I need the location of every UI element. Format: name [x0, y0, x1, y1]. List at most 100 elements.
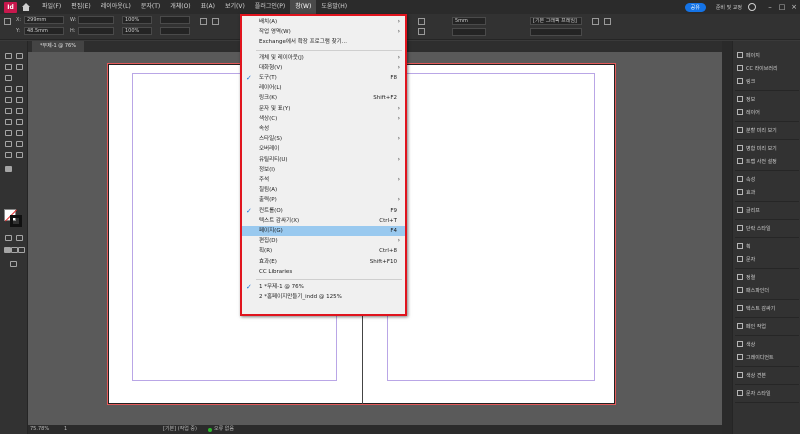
- content-collector-icon[interactable]: [5, 75, 12, 81]
- panel-button[interactable]: 획: [733, 240, 800, 252]
- home-icon[interactable]: [21, 2, 31, 12]
- window-menu-item[interactable]: ✓ 1 *무제-1 @ 76%: [242, 282, 405, 292]
- fill-swatch-icon[interactable]: [418, 18, 425, 25]
- window-menu-item[interactable]: 레이어(L): [242, 83, 405, 93]
- panel-button[interactable]: CC 라이브러리: [733, 62, 800, 74]
- share-button[interactable]: 공유: [684, 2, 706, 12]
- panel-button[interactable]: 페인 작업: [733, 320, 800, 332]
- dock-collapse-strip[interactable]: [722, 41, 732, 434]
- width-field[interactable]: [78, 16, 114, 24]
- panel-button[interactable]: 그레이디언트: [733, 351, 800, 363]
- gradient-swatch-tool-icon[interactable]: [5, 130, 12, 136]
- line-tool-icon[interactable]: [16, 86, 23, 92]
- gradient-feather-tool-icon[interactable]: [16, 130, 23, 136]
- panel-button[interactable]: 패스파인더: [733, 284, 800, 296]
- panel-button[interactable]: 문자: [733, 253, 800, 265]
- menu-plugins[interactable]: 플러그인(P): [250, 0, 290, 14]
- panel-button[interactable]: 색상 견본: [733, 369, 800, 381]
- window-menu-item[interactable]: Exchange에서 확장 프로그램 찾기...: [242, 37, 405, 47]
- maximize-icon[interactable]: □: [776, 0, 788, 14]
- menu-edit[interactable]: 편집(E): [66, 0, 96, 14]
- panel-button[interactable]: 링크: [733, 75, 800, 87]
- zoom-tool-icon[interactable]: [16, 152, 23, 158]
- formatting-affects-container-icon[interactable]: [5, 235, 12, 241]
- window-menu-item[interactable]: 주석 ›: [242, 175, 405, 185]
- zoom-level[interactable]: 75.78%: [30, 425, 49, 434]
- panel-button[interactable]: 문자 스타일: [733, 387, 800, 399]
- window-menu-item[interactable]: 유틸리티(U) ›: [242, 155, 405, 165]
- menu-help[interactable]: 도움말(H): [316, 0, 352, 14]
- minimize-icon[interactable]: –: [764, 0, 776, 14]
- window-menu-item[interactable]: 대화형(V) ›: [242, 63, 405, 73]
- panel-button[interactable]: 색상: [733, 338, 800, 350]
- shear-field[interactable]: [160, 27, 190, 35]
- fit-content-icon[interactable]: [604, 18, 611, 25]
- apply-gradient-icon[interactable]: [11, 247, 18, 253]
- search-icon[interactable]: [748, 3, 756, 11]
- window-menu-item[interactable]: 획(R) Ctrl+8: [242, 246, 405, 256]
- master-page-label[interactable]: [기본] (작업 중): [163, 425, 197, 434]
- apply-none-icon[interactable]: [18, 247, 25, 253]
- y-position-field[interactable]: 48.5mm: [24, 27, 64, 35]
- stroke-weight-field[interactable]: 5mm: [452, 17, 486, 25]
- panel-button[interactable]: 속성: [733, 173, 800, 185]
- window-menu-item[interactable]: CC Libraries: [242, 267, 405, 277]
- note-tool-icon[interactable]: [5, 141, 12, 147]
- free-transform-tool-icon[interactable]: [16, 119, 23, 125]
- menu-layout[interactable]: 레이아웃(L): [96, 0, 136, 14]
- window-menu-item[interactable]: 작업 영역(W) ›: [242, 27, 405, 37]
- workspace-switcher[interactable]: 준비 및 교정: [716, 4, 742, 11]
- formatting-affects-text-icon[interactable]: [16, 235, 23, 241]
- window-menu-item[interactable]: 속성: [242, 124, 405, 134]
- panel-button[interactable]: 효과: [733, 186, 800, 198]
- panel-button[interactable]: 페이지: [733, 49, 800, 61]
- page-tool-icon[interactable]: [5, 64, 12, 70]
- window-menu-item[interactable]: 효과(E) Shift+F10: [242, 257, 405, 267]
- screen-mode-icon[interactable]: [10, 261, 17, 267]
- reference-point-icon[interactable]: [4, 18, 11, 25]
- window-menu-item[interactable]: 개체 및 레이아웃(J) ›: [242, 53, 405, 63]
- window-menu-item[interactable]: 링크(K) Shift+F2: [242, 93, 405, 103]
- panel-button[interactable]: 레이어: [733, 106, 800, 118]
- flip-vertical-icon[interactable]: [212, 18, 219, 25]
- eyedropper-tool-icon[interactable]: [16, 141, 23, 147]
- height-field[interactable]: [78, 27, 114, 35]
- window-menu-item[interactable]: 칠됨(A): [242, 185, 405, 195]
- menu-view[interactable]: 보기(V): [220, 0, 250, 14]
- default-fill-stroke-icon[interactable]: [5, 166, 12, 172]
- window-menu-item[interactable]: ✓ 컨트롤(O) F9: [242, 206, 405, 216]
- menu-object[interactable]: 개체(O): [165, 0, 195, 14]
- panel-button[interactable]: 병합 미리 보기: [733, 142, 800, 154]
- x-position-field[interactable]: 299mm: [24, 16, 64, 24]
- stroke-type-select[interactable]: [452, 28, 486, 36]
- rectangle-frame-tool-icon[interactable]: [5, 108, 12, 114]
- direct-selection-tool-icon[interactable]: [16, 53, 23, 59]
- window-menu-item[interactable]: 2 *홈페이지만들기_indd @ 125%: [242, 292, 405, 302]
- stroke-swatch-icon[interactable]: [418, 28, 425, 35]
- window-menu-item[interactable]: 페이지(G) F4: [242, 226, 405, 237]
- rectangle-tool-icon[interactable]: [16, 108, 23, 114]
- window-menu-item[interactable]: 텍스트 감싸기(X) Ctrl+T: [242, 216, 405, 226]
- panel-button[interactable]: 정보: [733, 93, 800, 105]
- preflight-status-text[interactable]: 오류 없음: [214, 425, 234, 434]
- panel-button[interactable]: 글리프: [733, 204, 800, 216]
- selection-tool-icon[interactable]: [5, 53, 12, 59]
- menu-type[interactable]: 문자(T): [136, 0, 165, 14]
- document-tab[interactable]: *무제-1 @ 76%: [32, 41, 84, 52]
- window-menu-item[interactable]: 문자 및 표(Y) ›: [242, 104, 405, 114]
- scale-x-field[interactable]: 100%: [122, 16, 152, 24]
- flip-horizontal-icon[interactable]: [200, 18, 207, 25]
- apply-color-icon[interactable]: [4, 247, 11, 253]
- panel-button[interactable]: 분할 미리 보기: [733, 124, 800, 136]
- window-menu-item[interactable]: 출력(P) ›: [242, 195, 405, 205]
- opacity-field[interactable]: [530, 28, 582, 36]
- object-style-select[interactable]: [기본 그래픽 프레임]: [530, 17, 582, 25]
- hand-tool-icon[interactable]: [5, 152, 12, 158]
- window-menu-item[interactable]: ✓ 도구(T) F8: [242, 73, 405, 83]
- window-menu-item[interactable]: 스타일(S) ›: [242, 134, 405, 144]
- panel-button[interactable]: 텍스트 감싸기: [733, 302, 800, 314]
- menu-table[interactable]: 표(A): [196, 0, 220, 14]
- panel-button[interactable]: 트랩 사전 설정: [733, 155, 800, 167]
- panel-button[interactable]: 정렬: [733, 271, 800, 283]
- frame-fitting-icon[interactable]: [592, 18, 599, 25]
